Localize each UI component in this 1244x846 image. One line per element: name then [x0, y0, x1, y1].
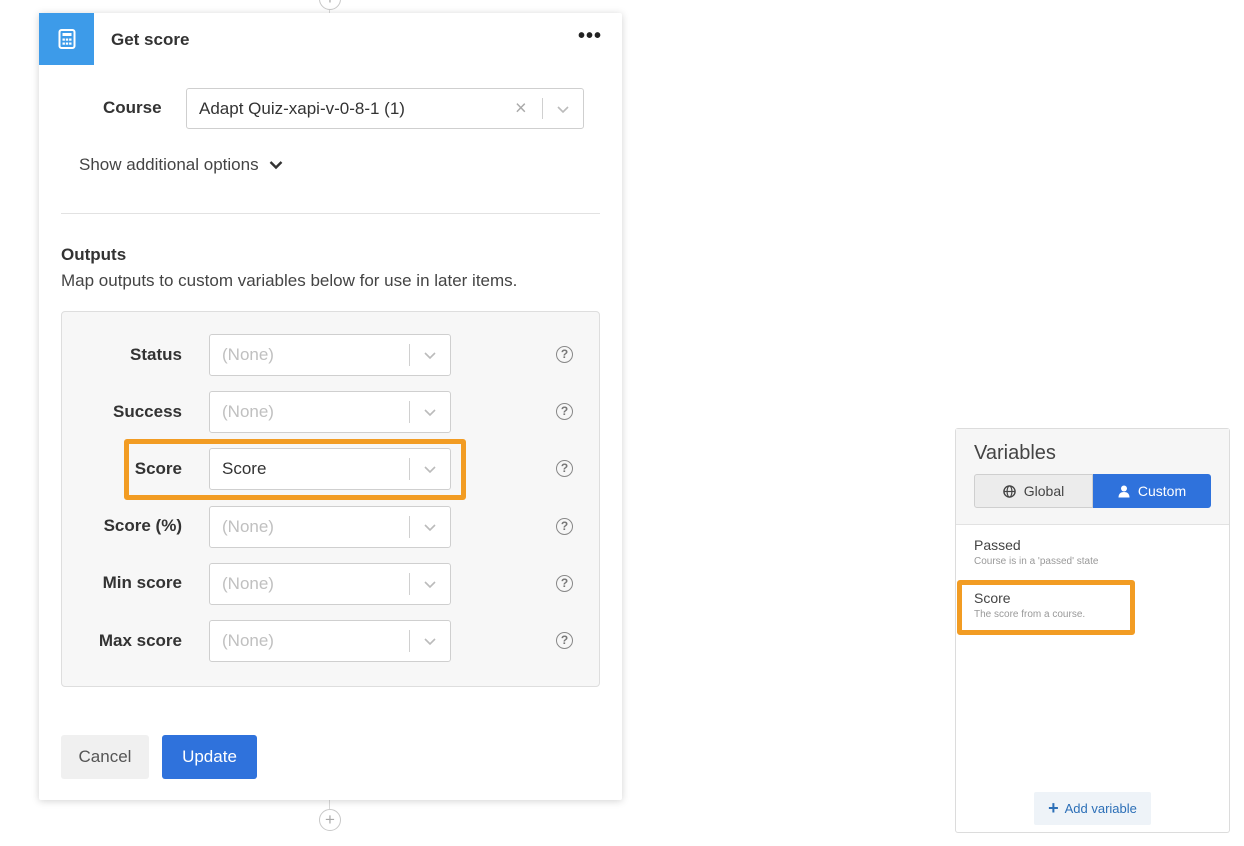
chevron-down-icon[interactable] — [424, 578, 436, 590]
output-label: Score (%) — [103, 516, 182, 535]
output-select-value: (None) — [222, 574, 274, 593]
globe-icon — [1002, 484, 1016, 498]
output-label: Min score — [102, 573, 182, 592]
show-additional-options[interactable]: Show additional options — [79, 155, 283, 175]
plus-icon: + — [1048, 798, 1059, 818]
chevron-down-icon[interactable] — [557, 103, 569, 115]
chevron-down-icon[interactable] — [424, 349, 436, 361]
output-select[interactable]: (None) — [209, 506, 451, 548]
help-icon[interactable]: ? — [556, 575, 573, 592]
more-horizontal-icon[interactable]: ••• — [578, 25, 602, 48]
show-additional-options-label: Show additional options — [79, 155, 259, 174]
add-variable-button[interactable]: + Add variable — [1034, 792, 1151, 825]
card-header: Get score ••• — [39, 13, 622, 65]
outputs-description: Map outputs to custom variables below fo… — [61, 271, 518, 290]
tab-global[interactable]: Global — [974, 474, 1093, 508]
variables-title: Variables — [974, 442, 1056, 464]
tab-custom-label: Custom — [1137, 483, 1187, 499]
variable-name: Passed — [974, 537, 1021, 553]
output-select-value: (None) — [222, 345, 274, 364]
help-icon[interactable]: ? — [556, 460, 573, 477]
update-button[interactable]: Update — [162, 735, 257, 779]
output-select[interactable]: (None) — [209, 620, 451, 662]
select-separator — [409, 630, 410, 652]
card-title: Get score — [111, 30, 190, 49]
connector-bottom — [329, 800, 330, 809]
tab-global-label: Global — [1023, 483, 1065, 499]
output-label: Status — [130, 345, 182, 364]
help-icon[interactable]: ? — [556, 632, 573, 649]
score-variable-highlight — [957, 580, 1135, 635]
output-label: Max score — [98, 631, 182, 650]
score-row-highlight — [124, 439, 466, 500]
output-select-value: (None) — [222, 631, 274, 650]
cancel-button[interactable]: Cancel — [61, 735, 149, 779]
select-separator — [409, 401, 410, 423]
variables-header: Variables Global Custom — [956, 429, 1229, 525]
chevron-down-icon[interactable] — [424, 521, 436, 533]
output-select-value: (None) — [222, 517, 274, 536]
variable-item-passed[interactable]: Passed Course is in a 'passed' state — [974, 537, 1098, 567]
tab-custom[interactable]: Custom — [1093, 474, 1211, 508]
outputs-heading: Outputs — [61, 245, 127, 264]
chevron-down-icon — [269, 161, 282, 170]
add-variable-label: Add variable — [1064, 801, 1137, 816]
select-separator — [409, 344, 410, 366]
output-label: Success — [113, 402, 182, 421]
course-select-value: Adapt Quiz-xapi-v-0-8-1 (1) — [199, 98, 405, 118]
course-select[interactable]: Adapt Quiz-xapi-v-0-8-1 (1) × — [186, 88, 584, 129]
chevron-down-icon[interactable] — [424, 635, 436, 647]
add-step-top-icon[interactable]: + — [319, 0, 341, 10]
help-icon[interactable]: ? — [556, 518, 573, 535]
section-divider — [61, 213, 600, 214]
output-select[interactable]: (None) — [209, 563, 451, 605]
help-icon[interactable]: ? — [556, 346, 573, 363]
output-select-value: (None) — [222, 402, 274, 421]
clear-icon[interactable]: × — [515, 97, 527, 120]
select-separator — [409, 573, 410, 595]
course-label: Course — [103, 98, 162, 117]
output-select[interactable]: (None) — [209, 334, 451, 376]
variable-description: Course is in a 'passed' state — [974, 556, 1099, 567]
select-separator — [409, 516, 410, 538]
select-separator — [542, 98, 543, 119]
add-step-bottom-icon[interactable]: + — [319, 809, 341, 831]
help-icon[interactable]: ? — [556, 403, 573, 420]
chevron-down-icon[interactable] — [424, 406, 436, 418]
calculator-icon — [39, 13, 94, 65]
user-icon — [1118, 485, 1130, 497]
output-select[interactable]: (None) — [209, 391, 451, 433]
